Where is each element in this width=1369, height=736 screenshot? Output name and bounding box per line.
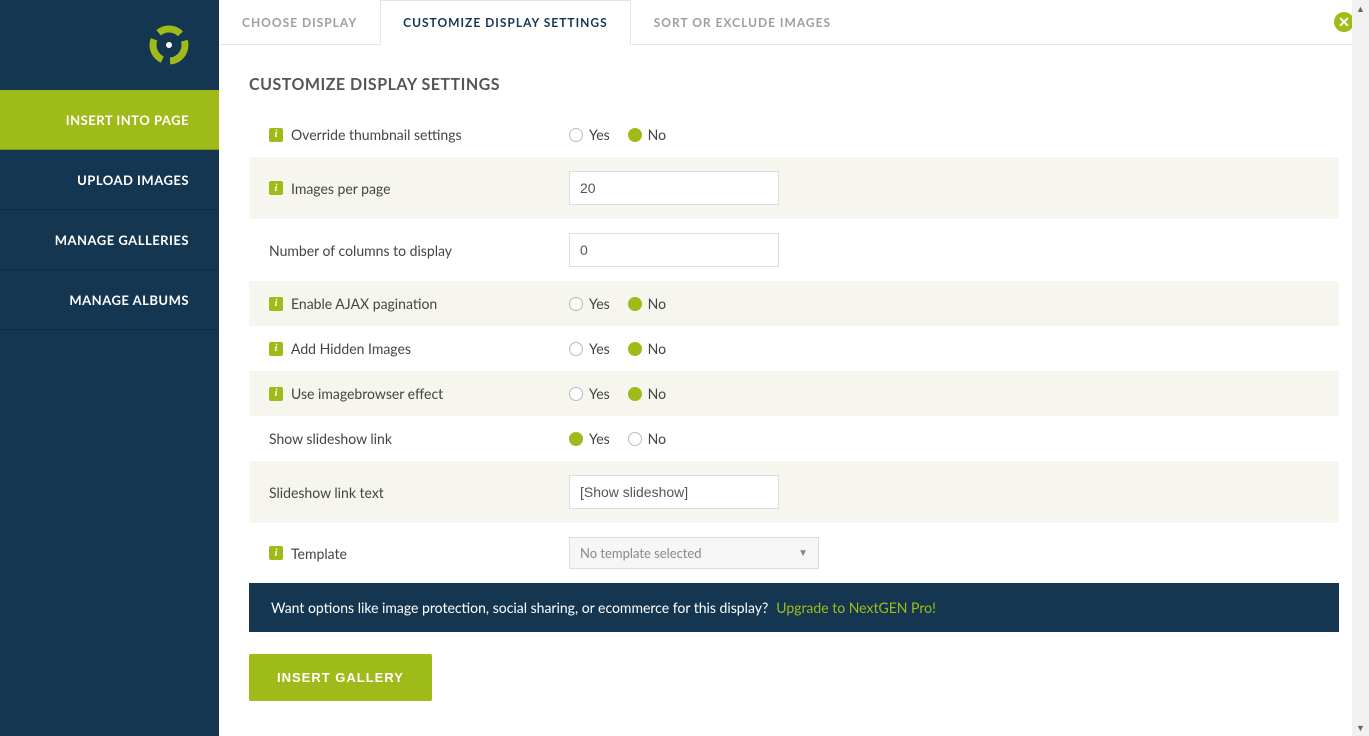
select-template-value: No template selected	[580, 545, 702, 561]
label-template: i Template	[269, 545, 569, 562]
main-panel: CHOOSE DISPLAY CUSTOMIZE DISPLAY SETTING…	[219, 0, 1369, 736]
input-slideshow-text[interactable]	[569, 475, 779, 509]
input-num-columns[interactable]	[569, 233, 779, 267]
radio-enable-ajax-no[interactable]: No	[628, 295, 666, 312]
sidebar-item-label: MANAGE GALLERIES	[55, 232, 189, 248]
input-images-per-page[interactable]	[569, 171, 779, 205]
radio-dot	[628, 128, 642, 142]
radio-add-hidden: Yes No	[569, 340, 1319, 357]
row-override-thumbnail: i Override thumbnail settings Yes No	[249, 112, 1339, 157]
radio-enable-ajax-yes[interactable]: Yes	[569, 295, 610, 312]
label-slideshow-text: Slideshow link text	[269, 484, 569, 501]
logo-icon	[147, 23, 191, 67]
row-template: i Template No template selected ▼	[249, 523, 1339, 583]
sidebar-item-insert-into-page[interactable]: INSERT INTO PAGE	[0, 90, 219, 150]
radio-dot	[569, 128, 583, 142]
radio-enable-ajax: Yes No	[569, 295, 1319, 312]
radio-imagebrowser-no[interactable]: No	[628, 385, 666, 402]
info-icon[interactable]: i	[269, 387, 283, 401]
scroll-up-icon[interactable]: ▲	[1352, 0, 1369, 17]
info-icon[interactable]: i	[269, 297, 283, 311]
content: CUSTOMIZE DISPLAY SETTINGS i Override th…	[219, 45, 1369, 731]
radio-dot	[569, 387, 583, 401]
sidebar-item-upload-images[interactable]: UPLOAD IMAGES	[0, 150, 219, 210]
select-template[interactable]: No template selected ▼	[569, 537, 819, 569]
sidebar-item-manage-galleries[interactable]: MANAGE GALLERIES	[0, 210, 219, 270]
sidebar: INSERT INTO PAGE UPLOAD IMAGES MANAGE GA…	[0, 0, 219, 736]
label-imagebrowser: i Use imagebrowser effect	[269, 385, 569, 402]
tabs: CHOOSE DISPLAY CUSTOMIZE DISPLAY SETTING…	[219, 0, 1369, 45]
upsell-bar: Want options like image protection, soci…	[249, 583, 1339, 632]
tab-sort-or-exclude-images[interactable]: SORT OR EXCLUDE IMAGES	[631, 0, 854, 44]
info-icon[interactable]: i	[269, 128, 283, 142]
radio-show-slideshow-no[interactable]: No	[628, 430, 666, 447]
radio-dot	[628, 297, 642, 311]
upsell-text: Want options like image protection, soci…	[271, 599, 768, 616]
scrollbar[interactable]: ▲ ▼	[1352, 0, 1369, 736]
row-add-hidden: i Add Hidden Images Yes No	[249, 326, 1339, 371]
label-enable-ajax: i Enable AJAX pagination	[269, 295, 569, 312]
scroll-down-icon[interactable]: ▼	[1352, 719, 1369, 736]
row-show-slideshow: Show slideshow link Yes No	[249, 416, 1339, 461]
label-images-per-page: i Images per page	[269, 180, 569, 197]
label-add-hidden: i Add Hidden Images	[269, 340, 569, 357]
label-show-slideshow: Show slideshow link	[269, 430, 569, 447]
radio-add-hidden-no[interactable]: No	[628, 340, 666, 357]
upsell-link[interactable]: Upgrade to NextGEN Pro!	[776, 599, 936, 616]
radio-show-slideshow: Yes No	[569, 430, 1319, 447]
brand-logo	[0, 0, 219, 90]
sidebar-item-manage-albums[interactable]: MANAGE ALBUMS	[0, 270, 219, 330]
row-num-columns: Number of columns to display	[249, 219, 1339, 281]
radio-imagebrowser: Yes No	[569, 385, 1319, 402]
row-slideshow-text: Slideshow link text	[249, 461, 1339, 523]
row-images-per-page: i Images per page	[249, 157, 1339, 219]
info-icon[interactable]: i	[269, 342, 283, 356]
label-override-thumbnail: i Override thumbnail settings	[269, 126, 569, 143]
close-icon[interactable]: ✕	[1334, 12, 1354, 32]
label-num-columns: Number of columns to display	[269, 242, 569, 259]
info-icon[interactable]: i	[269, 546, 283, 560]
tab-choose-display[interactable]: CHOOSE DISPLAY	[219, 0, 380, 44]
radio-show-slideshow-yes[interactable]: Yes	[569, 430, 610, 447]
radio-dot	[569, 342, 583, 356]
chevron-down-icon: ▼	[798, 547, 808, 559]
radio-dot	[628, 387, 642, 401]
page-title: CUSTOMIZE DISPLAY SETTINGS	[249, 75, 1339, 94]
row-enable-ajax: i Enable AJAX pagination Yes No	[249, 281, 1339, 326]
radio-imagebrowser-yes[interactable]: Yes	[569, 385, 610, 402]
sidebar-item-label: INSERT INTO PAGE	[66, 112, 189, 128]
radio-add-hidden-yes[interactable]: Yes	[569, 340, 610, 357]
radio-dot	[628, 432, 642, 446]
radio-override-thumbnail-yes[interactable]: Yes	[569, 126, 610, 143]
settings-form: i Override thumbnail settings Yes No i I…	[249, 112, 1339, 583]
radio-dot	[569, 432, 583, 446]
radio-dot	[569, 297, 583, 311]
row-imagebrowser: i Use imagebrowser effect Yes No	[249, 371, 1339, 416]
radio-override-thumbnail-no[interactable]: No	[628, 126, 666, 143]
tab-customize-display-settings[interactable]: CUSTOMIZE DISPLAY SETTINGS	[380, 0, 631, 45]
info-icon[interactable]: i	[269, 181, 283, 195]
sidebar-item-label: MANAGE ALBUMS	[69, 292, 189, 308]
sidebar-item-label: UPLOAD IMAGES	[77, 172, 189, 188]
radio-override-thumbnail: Yes No	[569, 126, 1319, 143]
radio-dot	[628, 342, 642, 356]
insert-gallery-button[interactable]: INSERT GALLERY	[249, 654, 432, 701]
